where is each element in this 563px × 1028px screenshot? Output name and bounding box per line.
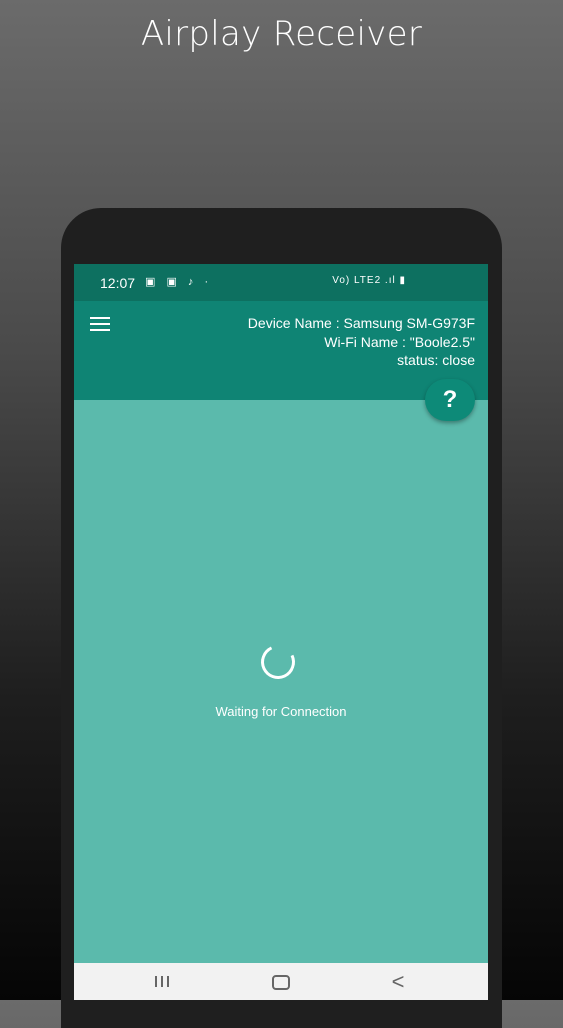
signal-battery-icons: Vo) LTE2 .ıl ▮ (332, 275, 406, 286)
recent-apps-button[interactable] (147, 963, 177, 1000)
app-bar: Device Name : Samsung SM-G973F Wi-Fi Nam… (74, 301, 488, 400)
device-name: Device Name : Samsung SM-G973F (247, 315, 475, 331)
status-bar: 12:07 ▣ ▣ ♪ · Vo) LTE2 .ıl ▮ (74, 264, 488, 301)
connection-status: status: close (397, 352, 475, 368)
menu-icon[interactable] (90, 317, 110, 333)
help-button[interactable]: ? (425, 379, 475, 421)
waiting-text: Waiting for Connection (215, 704, 347, 719)
promo-title: Airplay Receiver (140, 14, 423, 54)
notification-icons: ▣ ▣ ♪ · (145, 276, 213, 288)
status-time: 12:07 (100, 275, 136, 291)
wifi-name: Wi-Fi Name : "Boole2.5" (324, 333, 475, 350)
phone-screen: 12:07 ▣ ▣ ♪ · Vo) LTE2 .ıl ▮ Device Name… (74, 264, 488, 1000)
connection-info: Device Name : Samsung SM-G973F Wi-Fi Nam… (248, 314, 475, 370)
back-button[interactable]: < (386, 963, 410, 1000)
loading-spinner-icon (256, 640, 300, 684)
home-button[interactable] (266, 963, 296, 1000)
navigation-bar: < (74, 963, 488, 1000)
